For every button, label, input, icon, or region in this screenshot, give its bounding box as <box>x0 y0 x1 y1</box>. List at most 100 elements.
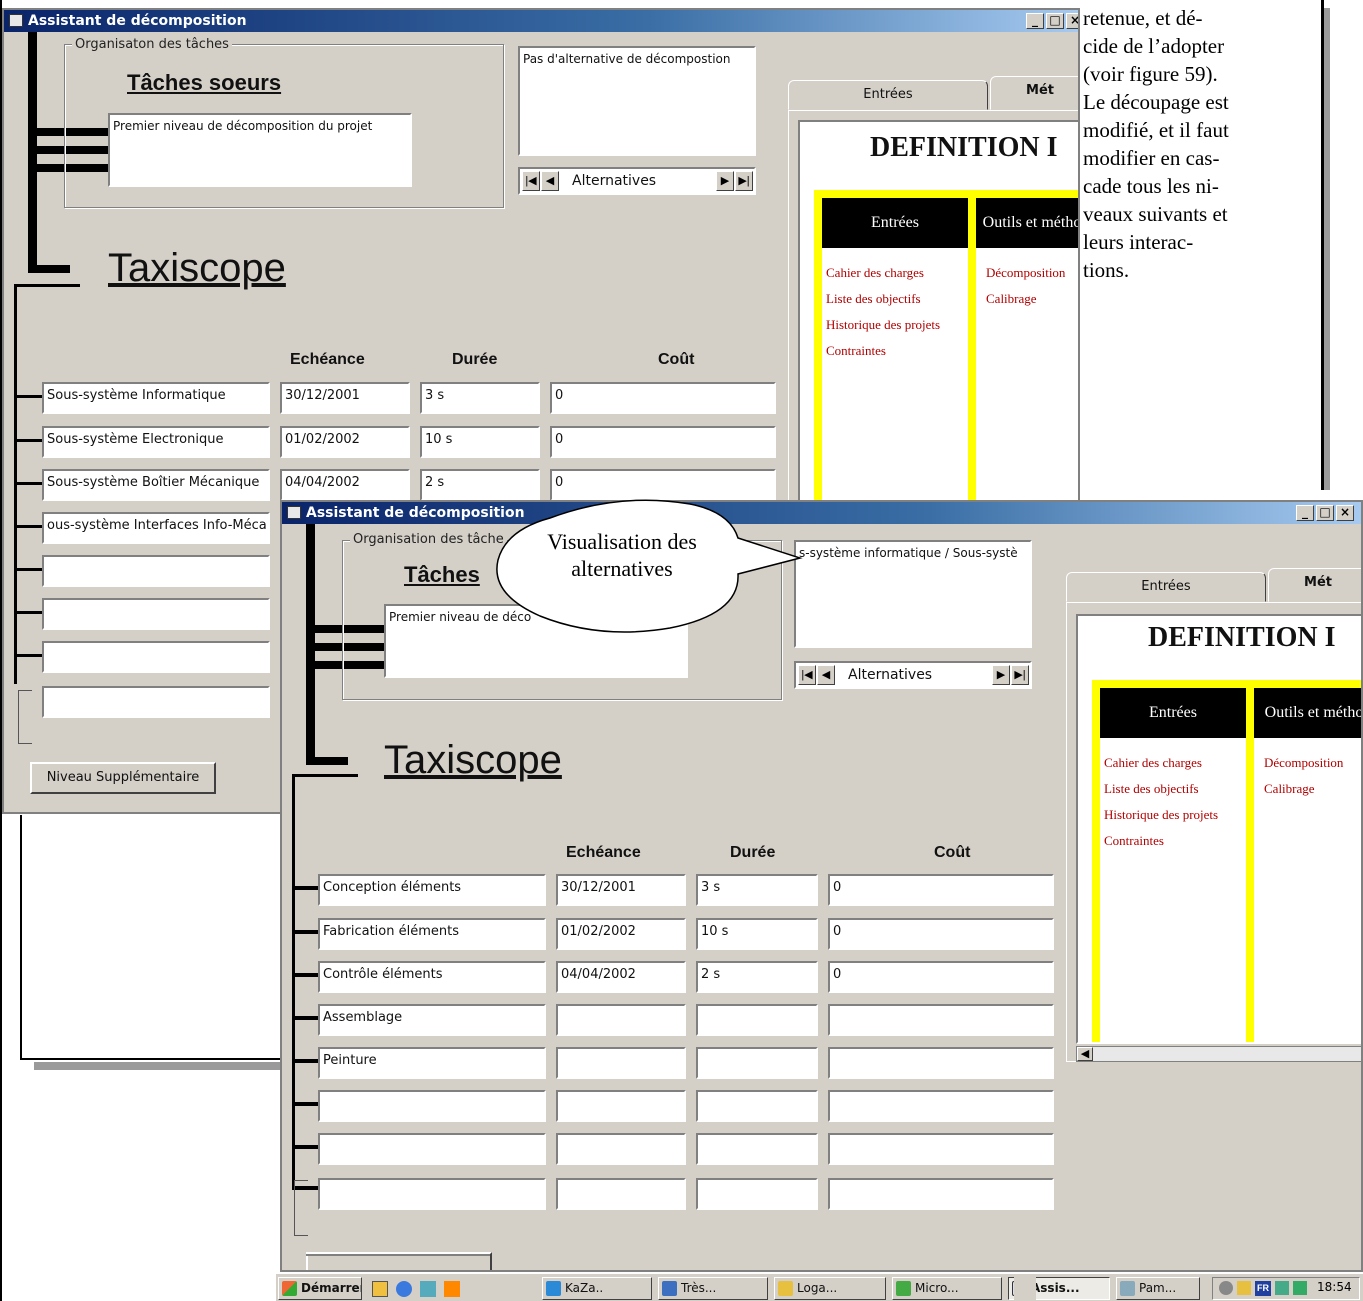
task-date-field[interactable]: 01/02/2002 <box>556 918 686 950</box>
ie-icon[interactable] <box>396 1281 412 1297</box>
last-record-button[interactable]: ▶| <box>735 171 753 191</box>
task-date-field[interactable]: 04/04/2002 <box>280 469 410 501</box>
alternative-field[interactable]: Pas d'alternative de décompostion <box>518 46 756 156</box>
taskbar-item-label: Loga... <box>797 1281 838 1295</box>
task-name-field[interactable] <box>318 1090 546 1122</box>
network-icon[interactable] <box>1237 1281 1251 1295</box>
clock[interactable]: 18:54 <box>1317 1280 1352 1294</box>
task-name-field[interactable]: Conception éléments <box>318 874 546 906</box>
task-date-field[interactable]: 04/04/2002 <box>556 961 686 993</box>
extra-level-button[interactable]: Niveau Supplémentaire <box>30 762 216 794</box>
task-date-field[interactable] <box>556 1004 686 1036</box>
task-duration-field[interactable] <box>696 1178 818 1210</box>
task-duration-field[interactable]: 2 s <box>696 961 818 993</box>
taskbar-item[interactable]: Micro... <box>892 1277 1002 1300</box>
task-duration-field[interactable] <box>696 1004 818 1036</box>
task-cost-field[interactable]: 0 <box>550 382 776 414</box>
tab-methodes[interactable]: Mét <box>1268 568 1361 602</box>
tab-entrees[interactable]: Entrées <box>1066 572 1266 602</box>
next-record-button[interactable]: ▶ <box>992 665 1010 685</box>
language-indicator[interactable]: FR <box>1255 1281 1271 1296</box>
horizontal-scrollbar[interactable]: ◀ <box>1076 1046 1361 1062</box>
task-description-field[interactable]: Premier niveau de décomposition du proje… <box>108 113 412 187</box>
front-window-titlebar[interactable]: Assistant de décomposition _ □ × <box>282 502 1361 524</box>
task-name-field[interactable]: Sous-système Boîtier Mécanique <box>42 469 270 501</box>
task-name-field[interactable]: Fabrication éléments <box>318 918 546 950</box>
taskbar-item[interactable]: Très... <box>658 1277 768 1300</box>
taskbar-item[interactable]: KaZa.. <box>542 1277 652 1300</box>
task-duration-field[interactable] <box>696 1133 818 1165</box>
task-date-field[interactable]: 01/02/2002 <box>280 426 410 458</box>
task-date-field[interactable] <box>556 1133 686 1165</box>
first-record-button[interactable]: |◀ <box>798 665 816 685</box>
task-cost-field[interactable] <box>828 1090 1054 1122</box>
callout-text: Visualisation des alternatives <box>547 529 697 581</box>
task-duration-field[interactable]: 10 s <box>696 918 818 950</box>
scroll-left-button[interactable]: ◀ <box>1077 1047 1093 1061</box>
task-cost-field[interactable]: 0 <box>828 874 1054 906</box>
close-button[interactable]: × <box>1066 13 1078 29</box>
close-button[interactable]: × <box>1336 505 1354 521</box>
taskbar-item-label: Assis... <box>1031 1281 1080 1295</box>
task-duration-field[interactable] <box>696 1047 818 1079</box>
navigator-label: Alternatives <box>848 667 933 683</box>
task-name-field[interactable] <box>318 1178 546 1210</box>
navigator-label: Alternatives <box>572 173 657 189</box>
minimize-button[interactable]: _ <box>1026 13 1044 29</box>
volume-icon[interactable] <box>1219 1281 1233 1295</box>
task-date-field[interactable]: 30/12/2001 <box>556 874 686 906</box>
task-date-field[interactable]: 30/12/2001 <box>280 382 410 414</box>
media-icon[interactable] <box>444 1281 460 1297</box>
task-name-field[interactable]: Peinture <box>318 1047 546 1079</box>
task-date-field[interactable] <box>556 1047 686 1079</box>
task-name-field[interactable] <box>42 686 270 718</box>
taskbar-item[interactable] <box>1014 1277 1036 1300</box>
next-record-button[interactable]: ▶ <box>716 171 734 191</box>
task-name-field[interactable] <box>42 555 270 587</box>
alternative-field[interactable]: s-système informatique / Sous-systè <box>794 540 1032 648</box>
row-connector <box>14 611 44 614</box>
task-name-field[interactable]: Assemblage <box>318 1004 546 1036</box>
word-icon <box>662 1281 677 1296</box>
back-window-titlebar[interactable]: Assistant de décomposition _ □ × <box>4 10 1078 32</box>
task-name-field[interactable] <box>42 641 270 673</box>
task-duration-field[interactable]: 3 s <box>696 874 818 906</box>
task-duration-field[interactable]: 3 s <box>420 382 540 414</box>
sister-tasks-heading: Tâches <box>404 562 480 587</box>
task-name-field[interactable] <box>318 1133 546 1165</box>
task-name-field[interactable]: Contrôle éléments <box>318 961 546 993</box>
first-record-button[interactable]: |◀ <box>522 171 540 191</box>
task-duration-field[interactable] <box>696 1090 818 1122</box>
taskbar-item[interactable]: Loga... <box>774 1277 886 1300</box>
display-icon[interactable] <box>1293 1281 1307 1295</box>
alternatives-navigator: |◀ ◀ Alternatives ▶ ▶| <box>794 661 1032 689</box>
start-button[interactable]: Démarrer <box>278 1277 362 1300</box>
task-cost-field[interactable] <box>828 1004 1054 1036</box>
maximize-button[interactable]: □ <box>1046 13 1064 29</box>
task-duration-field[interactable]: 10 s <box>420 426 540 458</box>
outlook-icon[interactable] <box>372 1281 388 1297</box>
minimize-button[interactable]: _ <box>1296 505 1314 521</box>
taskbar-item[interactable]: Pam... <box>1116 1277 1200 1300</box>
task-date-field[interactable] <box>556 1178 686 1210</box>
antivirus-icon[interactable] <box>1275 1281 1289 1295</box>
tab-entrees[interactable]: Entrées <box>788 80 988 110</box>
task-cost-field[interactable]: 0 <box>828 961 1054 993</box>
last-record-button[interactable]: ▶| <box>1011 665 1029 685</box>
previous-record-button[interactable]: ◀ <box>541 171 559 191</box>
task-cost-field[interactable] <box>828 1047 1054 1079</box>
maximize-button[interactable]: □ <box>1316 505 1334 521</box>
previous-record-button[interactable]: ◀ <box>817 665 835 685</box>
hierarchy-bar <box>28 32 37 272</box>
task-cost-field[interactable] <box>828 1133 1054 1165</box>
task-name-field[interactable]: Sous-système Informatique <box>42 382 270 414</box>
tab-methodes[interactable]: Mét <box>990 76 1078 110</box>
task-name-field[interactable] <box>42 598 270 630</box>
task-cost-field[interactable] <box>828 1178 1054 1210</box>
task-date-field[interactable] <box>556 1090 686 1122</box>
desktop-icon[interactable] <box>420 1281 436 1297</box>
task-name-field[interactable]: ous-système Interfaces Info-Méca <box>42 512 270 544</box>
task-name-field[interactable]: Sous-système Electronique <box>42 426 270 458</box>
task-cost-field[interactable]: 0 <box>828 918 1054 950</box>
task-cost-field[interactable]: 0 <box>550 426 776 458</box>
